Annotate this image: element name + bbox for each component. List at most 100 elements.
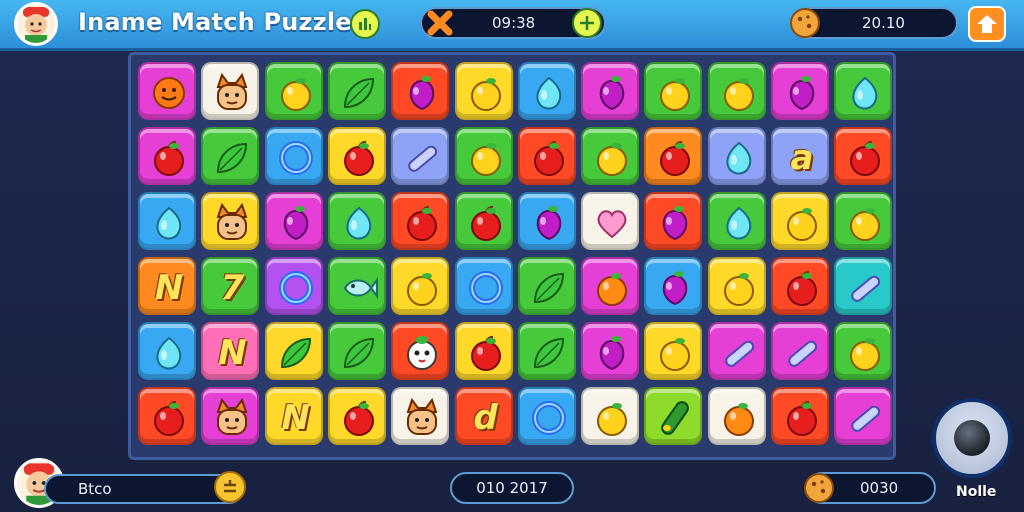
tile-plum[interactable] bbox=[644, 257, 703, 315]
tile-cat[interactable] bbox=[201, 387, 260, 445]
tile-lemon[interactable] bbox=[707, 257, 766, 315]
tile-leaf[interactable] bbox=[517, 257, 576, 315]
tile-apple[interactable] bbox=[644, 127, 703, 185]
tile-lemon[interactable] bbox=[581, 127, 640, 185]
tile-orange[interactable] bbox=[707, 387, 766, 445]
tile-apple[interactable] bbox=[391, 192, 450, 250]
heart-icon bbox=[597, 210, 627, 239]
tile-cat[interactable] bbox=[201, 62, 260, 120]
tile-bar[interactable] bbox=[834, 257, 893, 315]
tile-letter[interactable]: d bbox=[454, 387, 513, 445]
tile-ring[interactable] bbox=[264, 127, 323, 185]
tile-apple[interactable] bbox=[454, 322, 513, 380]
player-name: Btco bbox=[78, 480, 112, 498]
tile-bar[interactable] bbox=[391, 127, 450, 185]
lemon-icon bbox=[470, 143, 501, 176]
tile-lemon[interactable] bbox=[454, 62, 513, 120]
tile-bar[interactable] bbox=[707, 322, 766, 380]
joystick-knob[interactable] bbox=[954, 420, 990, 456]
tile-lemon[interactable] bbox=[581, 387, 640, 445]
tile-apple[interactable] bbox=[327, 127, 386, 185]
tile-letter[interactable]: 7 bbox=[201, 257, 260, 315]
tile-cucumber[interactable] bbox=[644, 387, 703, 445]
close-x-icon[interactable] bbox=[426, 9, 454, 37]
lemon-icon bbox=[470, 78, 501, 111]
tile-leaf[interactable] bbox=[327, 62, 386, 120]
tile-bar[interactable] bbox=[834, 387, 893, 445]
tile-apple[interactable] bbox=[327, 387, 386, 445]
tile-ring[interactable] bbox=[454, 257, 513, 315]
tile-letter[interactable]: N bbox=[201, 322, 260, 380]
tile-letter[interactable]: N bbox=[138, 257, 196, 315]
letter-icon: N bbox=[218, 333, 247, 373]
tile-leaf[interactable] bbox=[517, 322, 576, 380]
tile-cat[interactable] bbox=[201, 192, 260, 250]
tile-ring[interactable] bbox=[517, 387, 576, 445]
tile-apple[interactable] bbox=[454, 192, 513, 250]
tile-plum[interactable] bbox=[581, 322, 640, 380]
ring-icon bbox=[278, 271, 313, 305]
tile-plum[interactable] bbox=[581, 62, 640, 120]
tile-smile[interactable] bbox=[391, 322, 450, 380]
tile-apple[interactable] bbox=[138, 387, 196, 445]
tile-drop[interactable] bbox=[707, 192, 766, 250]
lemon-icon bbox=[597, 403, 628, 436]
tile-apple[interactable] bbox=[834, 127, 893, 185]
cookie-icon bbox=[804, 473, 834, 503]
tile-lemon[interactable] bbox=[707, 62, 766, 120]
tile-plum[interactable] bbox=[644, 192, 703, 250]
leaf-icon bbox=[533, 337, 564, 369]
tile-plum[interactable] bbox=[771, 62, 829, 120]
bar-icon bbox=[788, 340, 818, 367]
tile-plum[interactable] bbox=[517, 192, 576, 250]
coin-button[interactable] bbox=[214, 471, 246, 503]
lemon-icon bbox=[850, 338, 881, 371]
tile-fish[interactable] bbox=[327, 257, 386, 315]
tile-lemon[interactable] bbox=[264, 62, 323, 120]
tile-ring[interactable] bbox=[264, 257, 323, 315]
tile-leaf[interactable] bbox=[264, 322, 323, 380]
lemon-icon bbox=[723, 273, 754, 306]
tile-apple[interactable] bbox=[771, 257, 829, 315]
coins-panel: 0030 bbox=[804, 472, 936, 504]
tile-lemon[interactable] bbox=[834, 322, 893, 380]
tile-apple[interactable] bbox=[138, 127, 196, 185]
tile-drop[interactable] bbox=[138, 322, 196, 380]
tile-drop[interactable] bbox=[327, 192, 386, 250]
player-avatar[interactable] bbox=[14, 2, 58, 46]
drop-icon bbox=[726, 206, 751, 240]
tile-lemon[interactable] bbox=[454, 127, 513, 185]
tile-cat[interactable] bbox=[391, 387, 450, 445]
tile-plum[interactable] bbox=[264, 192, 323, 250]
tile-bar[interactable] bbox=[771, 322, 829, 380]
tile-letter[interactable]: a bbox=[771, 127, 829, 185]
tile-lemon[interactable] bbox=[771, 192, 829, 250]
home-button[interactable] bbox=[968, 6, 1006, 42]
tile-apple[interactable] bbox=[517, 127, 576, 185]
grid-button[interactable] bbox=[572, 8, 602, 38]
tile-leaf[interactable] bbox=[327, 322, 386, 380]
face-icon bbox=[153, 77, 185, 109]
tile-heart[interactable] bbox=[581, 192, 640, 250]
tile-face[interactable] bbox=[138, 62, 196, 120]
tile-drop[interactable] bbox=[834, 62, 893, 120]
tile-lemon[interactable] bbox=[391, 257, 450, 315]
tile-drop[interactable] bbox=[138, 192, 196, 250]
stats-button[interactable] bbox=[350, 9, 380, 39]
cat-icon bbox=[216, 398, 248, 435]
tile-lemon[interactable] bbox=[834, 192, 893, 250]
tile-orange[interactable] bbox=[581, 257, 640, 315]
tile-drop[interactable] bbox=[707, 127, 766, 185]
apple-icon bbox=[850, 140, 881, 176]
tile-leaf[interactable] bbox=[201, 127, 260, 185]
joystick[interactable] bbox=[932, 398, 1012, 478]
bar-icon bbox=[724, 340, 754, 367]
tile-lemon[interactable] bbox=[644, 62, 703, 120]
tile-letter[interactable]: N bbox=[264, 387, 323, 445]
tile-drop[interactable] bbox=[517, 62, 576, 120]
tile-apple[interactable] bbox=[771, 387, 829, 445]
score-panel: 20.10 bbox=[790, 7, 958, 39]
tile-lemon[interactable] bbox=[644, 322, 703, 380]
tile-plum[interactable] bbox=[391, 62, 450, 120]
apple-icon bbox=[343, 400, 374, 436]
